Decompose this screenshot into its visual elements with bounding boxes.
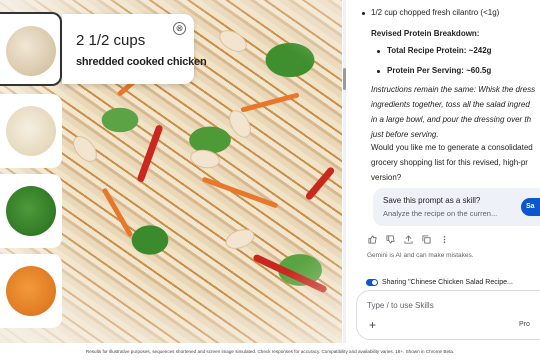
ingredient-quantity: 2 1/2 cups <box>76 32 146 49</box>
response-actions <box>368 234 449 246</box>
per-serving-protein: Protein Per Serving: ~60.5g <box>387 66 492 75</box>
panel-divider <box>343 0 346 343</box>
save-skill-card[interactable]: Save this prompt as a skill? Analyze the… <box>373 188 540 226</box>
total-protein: Total Recipe Protein: ~242g <box>387 46 492 55</box>
save-skill-button[interactable]: Sa <box>521 198 540 216</box>
prompt-placeholder: Type / to use Skills <box>367 301 434 310</box>
bullet-icon <box>377 70 380 73</box>
save-skill-subtitle: Analyze the recipe on the curren... <box>383 209 498 218</box>
model-selector[interactable]: Pro <box>519 321 530 328</box>
sharing-text: Sharing "Chinese Chicken Salad Recipe... <box>382 278 513 286</box>
thumbs-up-icon[interactable] <box>368 235 377 245</box>
ingredient-name: shredded cooked chicken <box>76 56 207 68</box>
breakdown-heading: Revised Protein Breakdown: <box>371 29 480 38</box>
prompt-input[interactable]: Type / to use Skills + Pro <box>356 290 540 340</box>
bullet-icon <box>362 12 365 15</box>
carrot-image <box>6 266 56 316</box>
ingredient-line: 1/2 cup chopped fresh cilantro (<1g) <box>371 8 500 17</box>
ingredient-thumb-cilantro[interactable] <box>0 174 62 248</box>
save-skill-title: Save this prompt as a skill? <box>383 196 481 205</box>
ingredient-thumb-carrot[interactable] <box>0 254 62 328</box>
instructions-line: ingredients together, toss all the salad… <box>371 100 530 109</box>
ingredient-thumb-chicken[interactable] <box>0 12 62 86</box>
more-icon[interactable] <box>440 235 449 245</box>
sesame-image <box>6 106 56 156</box>
instructions-line: Instructions remain the same: Whisk the … <box>371 85 536 94</box>
close-icon[interactable]: ⊗ <box>173 22 186 35</box>
question-line: grocery shopping list for this revised, … <box>371 158 528 167</box>
ingredient-callout: 2 1/2 cups shredded cooked chicken ⊗ <box>62 14 207 84</box>
chicken-image <box>6 26 56 76</box>
scrollbar-thumb[interactable] <box>343 68 346 90</box>
sharing-toggle[interactable] <box>366 278 378 286</box>
cilantro-image <box>6 186 56 236</box>
bullet-icon <box>377 50 380 53</box>
question-line: Would you like me to generate a consolid… <box>371 143 533 152</box>
copy-icon[interactable] <box>422 235 431 245</box>
ai-disclaimer: Gemini is AI and can make mistakes. <box>367 252 474 259</box>
instructions-line: in a large bowl, and pour the dressing o… <box>371 115 532 124</box>
sharing-row: Sharing "Chinese Chicken Salad Recipe... <box>366 276 513 288</box>
question-line: version? <box>371 173 402 182</box>
thumbs-down-icon[interactable] <box>386 235 395 245</box>
legal-footer: Results for illustrative purposes, seque… <box>0 343 540 360</box>
share-icon[interactable] <box>404 235 413 245</box>
ingredient-thumb-sesame[interactable] <box>0 94 62 168</box>
plus-icon[interactable]: + <box>369 319 376 331</box>
